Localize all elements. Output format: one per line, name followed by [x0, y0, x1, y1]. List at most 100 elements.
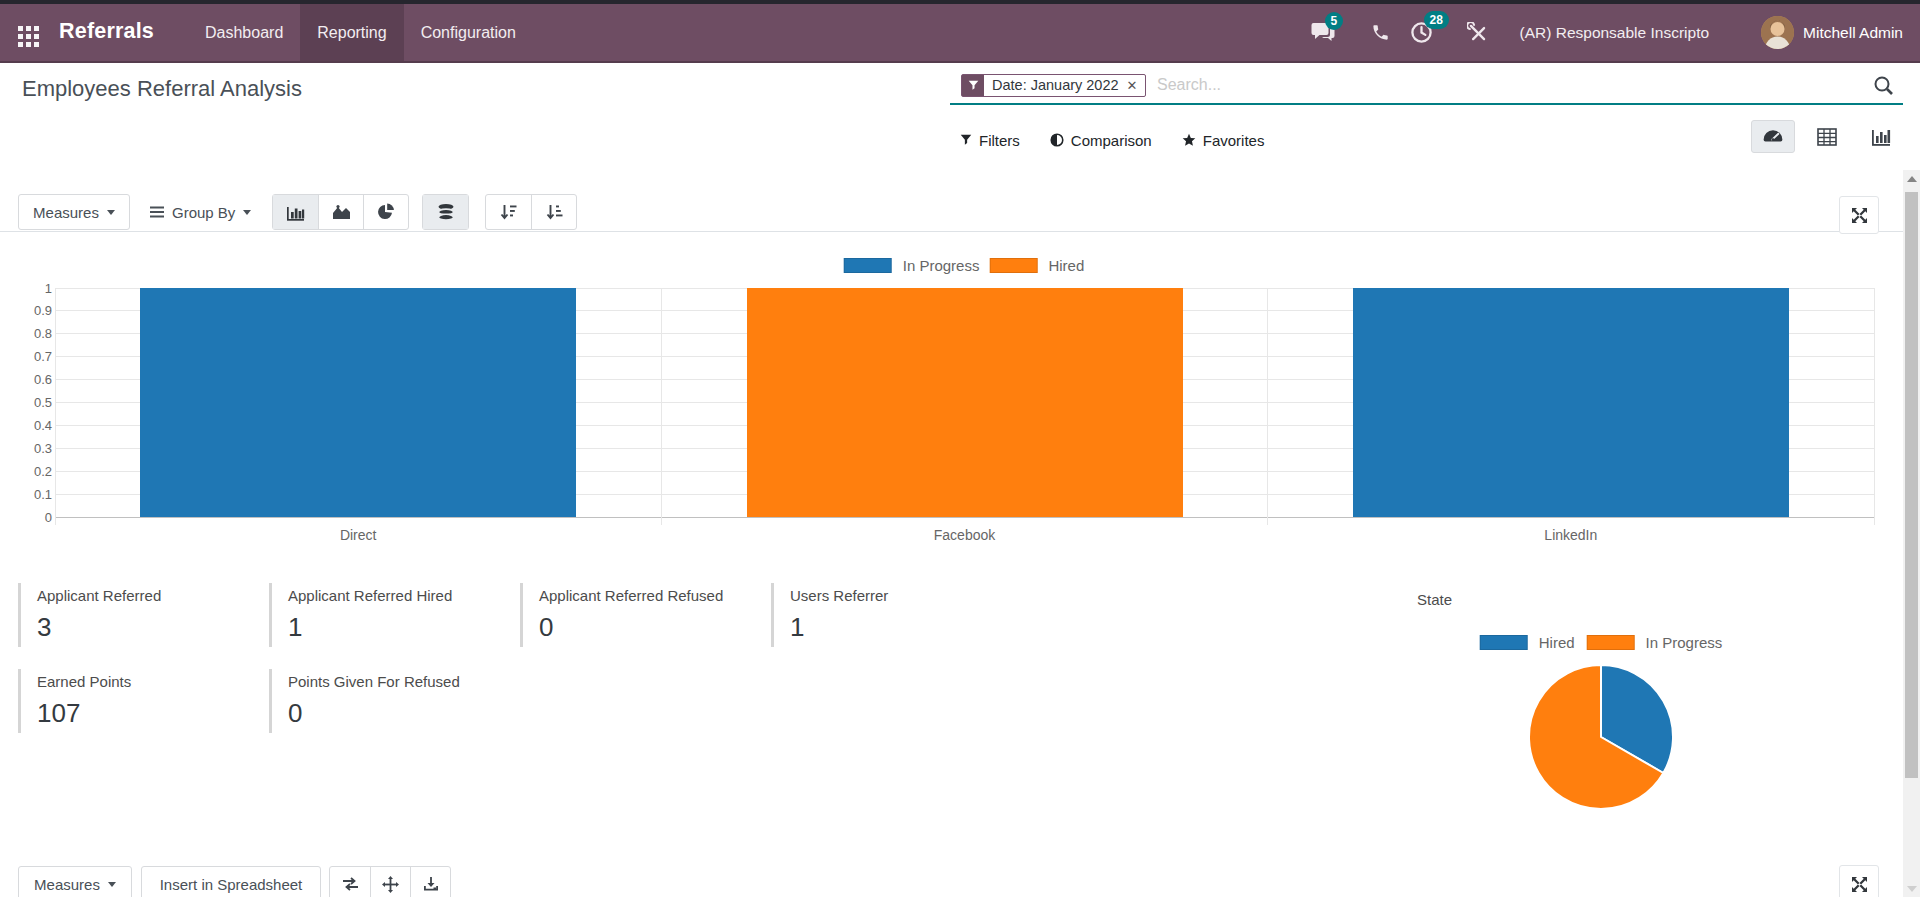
expand-pivot-button[interactable]	[1839, 865, 1879, 897]
stacked-button[interactable]	[423, 195, 468, 229]
x-axis-labels: DirectFacebookLinkedIn	[55, 527, 1874, 545]
search-icon[interactable]	[1873, 75, 1895, 97]
apps-grid-icon[interactable]	[18, 26, 39, 47]
pie-chart-legend: Hired In Progress	[1480, 634, 1723, 651]
search-input[interactable]: Search...	[1157, 76, 1221, 94]
bar-direct-in-progress[interactable]	[140, 288, 576, 517]
filter-facet-icon	[962, 75, 984, 96]
legend-label: In Progress	[1646, 634, 1723, 651]
kpi-value: 1	[288, 614, 509, 640]
control-panel: Employees Referral Analysis Date: Januar…	[0, 63, 1920, 169]
bars-icon	[150, 206, 164, 218]
favorites-button[interactable]: Favorites	[1182, 132, 1265, 149]
messages-badge: 5	[1325, 12, 1344, 30]
menu-item-configuration[interactable]: Configuration	[404, 4, 533, 61]
tools-icon[interactable]	[1467, 22, 1488, 43]
y-tick-label: 0.7	[0, 350, 52, 363]
stacked-toggle-group	[422, 194, 469, 230]
y-tick-label: 0.5	[0, 396, 52, 409]
view-dashboard-button[interactable]	[1751, 120, 1795, 153]
y-tick-label: 0.4	[0, 419, 52, 432]
insert-in-spreadsheet-button[interactable]: Insert in Spreadsheet	[141, 866, 321, 897]
kpi-value: 3	[37, 614, 258, 640]
legend-item[interactable]: Hired	[1480, 634, 1575, 651]
caret-down-icon	[108, 882, 116, 887]
company-name[interactable]: (AR) Responsable Inscripto	[1520, 24, 1710, 42]
app-menu: DashboardReportingConfiguration	[188, 4, 533, 61]
search-facet[interactable]: Date: January 2022 ✕	[961, 74, 1146, 97]
kpi-value: 0	[539, 614, 760, 640]
y-tick-label: 0.9	[0, 304, 52, 317]
pivot-measures-button[interactable]: Measures	[18, 866, 132, 897]
bar-facebook-hired[interactable]	[747, 288, 1183, 517]
bar-chart-plot	[55, 288, 1874, 517]
sort-descending-button[interactable]	[486, 195, 531, 229]
pivot-tools-group	[329, 866, 451, 897]
filters-button[interactable]: Filters	[960, 132, 1020, 149]
group-by-button[interactable]: Group By	[150, 194, 251, 230]
view-graph-button[interactable]	[1859, 120, 1903, 153]
scrollbar-up-arrow[interactable]	[1907, 176, 1917, 182]
kpi-value: 0	[288, 700, 509, 726]
legend-swatch	[1587, 635, 1635, 650]
legend-item[interactable]: In Progress	[1587, 634, 1723, 651]
legend-item[interactable]: In Progress	[844, 257, 980, 274]
kpi-applicant-referred-refused: Applicant Referred Refused 0	[520, 583, 760, 647]
area-chart-button[interactable]	[318, 195, 363, 229]
divider	[0, 231, 1903, 232]
y-tick-label: 0.6	[0, 373, 52, 386]
legend-label: Hired	[1539, 634, 1575, 651]
expand-all-button[interactable]	[370, 867, 410, 897]
sort-ascending-button[interactable]	[531, 195, 576, 229]
legend-item[interactable]: Hired	[989, 257, 1084, 274]
phone-icon[interactable]	[1371, 23, 1390, 42]
comparison-label: Comparison	[1071, 132, 1152, 149]
kpi-value: 1	[790, 614, 1011, 640]
scrollbar[interactable]	[1903, 170, 1920, 897]
graph-measures-label: Measures	[33, 204, 99, 221]
comparison-button[interactable]: Comparison	[1050, 132, 1152, 149]
activities-clock-icon[interactable]: 28	[1410, 21, 1433, 44]
caret-down-icon	[107, 210, 115, 215]
flip-axis-button[interactable]	[330, 867, 370, 897]
activities-badge: 28	[1424, 11, 1449, 29]
top-navbar: Referrals DashboardReportingConfiguratio…	[0, 4, 1920, 63]
x-tick-label: Direct	[340, 527, 377, 543]
gridline	[1874, 288, 1875, 525]
y-tick-label: 1	[0, 282, 52, 295]
y-tick-label: 0	[0, 511, 52, 524]
messages-icon[interactable]: 5	[1311, 22, 1336, 44]
bar-chart-button[interactable]	[273, 195, 318, 229]
search-bar[interactable]: Date: January 2022 ✕ Search...	[950, 71, 1903, 105]
expand-graph-button[interactable]	[1839, 196, 1879, 234]
kpi-points-given-refused: Points Given For Refused 0	[269, 669, 509, 733]
kpi-label: Earned Points	[37, 674, 258, 689]
download-button[interactable]	[410, 867, 450, 897]
systray: 5 28 (AR) Responsable Inscripto Mitchell…	[1311, 4, 1903, 61]
kpi-applicant-referred: Applicant Referred 3	[18, 583, 258, 647]
y-tick-label: 0.8	[0, 327, 52, 340]
legend-label: In Progress	[903, 257, 980, 274]
menu-item-dashboard[interactable]: Dashboard	[188, 4, 300, 61]
view-pivot-button[interactable]	[1805, 120, 1849, 153]
filters-label: Filters	[979, 132, 1020, 149]
menu-item-reporting[interactable]: Reporting	[300, 4, 403, 61]
caret-down-icon	[243, 210, 251, 215]
kpi-label: Points Given For Refused	[288, 674, 509, 689]
group-by-label: Group By	[172, 204, 235, 221]
facet-remove-icon[interactable]: ✕	[1127, 75, 1146, 96]
kpi-label: Users Referrer	[790, 588, 1011, 603]
gridline	[55, 288, 56, 525]
user-name[interactable]: Mitchell Admin	[1803, 24, 1903, 42]
bar-linkedin-in-progress[interactable]	[1353, 288, 1789, 517]
legend-swatch	[844, 258, 892, 273]
kpi-earned-points: Earned Points 107	[18, 669, 258, 733]
scrollbar-down-arrow[interactable]	[1907, 886, 1917, 892]
avatar[interactable]	[1761, 16, 1794, 49]
scrollbar-thumb[interactable]	[1905, 192, 1918, 778]
page-title: Employees Referral Analysis	[22, 76, 302, 102]
app-name[interactable]: Referrals	[59, 19, 154, 44]
kpi-label: Applicant Referred Hired	[288, 588, 509, 603]
graph-measures-button[interactable]: Measures	[18, 194, 130, 230]
pie-chart-button[interactable]	[363, 195, 408, 229]
